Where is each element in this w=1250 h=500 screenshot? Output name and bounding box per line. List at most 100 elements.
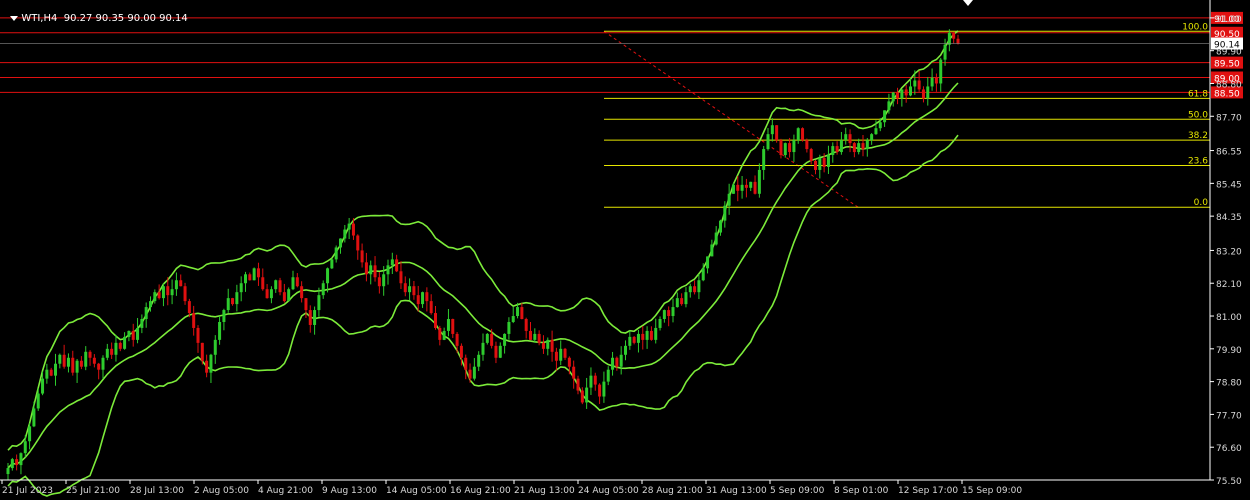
candle-body — [421, 292, 425, 305]
candle-body — [330, 259, 334, 269]
candle-body — [731, 184, 735, 194]
candle-body — [857, 143, 861, 153]
candle-body — [917, 80, 921, 90]
candle-body — [779, 140, 783, 156]
candle-body — [904, 89, 908, 96]
candle-body — [6, 468, 10, 475]
candle-body — [693, 286, 697, 293]
candle-body — [226, 298, 230, 311]
candle-body — [706, 256, 710, 269]
candle-body — [611, 357, 615, 370]
candle-body — [498, 345, 502, 358]
candle-body — [174, 280, 178, 290]
candle-body — [339, 238, 342, 248]
x-tick-label: 21 Aug 13:00 — [514, 486, 575, 496]
candle-body — [446, 319, 450, 331]
candle-body — [852, 143, 856, 153]
candle-body — [382, 274, 386, 287]
candle-body — [239, 283, 243, 293]
candle-body — [641, 333, 645, 340]
y-tick-label: 82.10 — [1216, 280, 1242, 290]
candle-body — [801, 128, 805, 141]
candle-body — [477, 354, 481, 367]
candle-body — [140, 319, 144, 328]
candle-body — [559, 348, 563, 361]
price-chart[interactable]: 91.0090.5089.5089.0088.50 100.0 61.8 50.0 3… — [0, 0, 1250, 500]
price-level-label: 88.50 — [1214, 89, 1240, 99]
candle-body — [809, 149, 813, 161]
candle-body — [403, 283, 407, 293]
candle-body — [451, 319, 455, 334]
candle-body — [624, 345, 627, 355]
chart-shift-icon[interactable] — [963, 0, 973, 6]
x-tick-label: 28 Aug 21:00 — [642, 486, 703, 496]
candle-body — [265, 289, 269, 299]
candle-body — [153, 292, 157, 302]
candle-body — [300, 286, 304, 299]
candle-body — [909, 86, 912, 96]
candle-body — [770, 125, 774, 135]
candle-body — [399, 271, 403, 284]
candle-body — [606, 369, 610, 382]
candle-body — [887, 101, 891, 111]
horizontal-levels: 91.0090.5089.5089.0088.50 — [0, 11, 1243, 99]
candle-body — [282, 292, 286, 302]
x-tick-label: 9 Aug 13:00 — [322, 486, 377, 496]
dropdown-triangle-icon[interactable] — [10, 15, 19, 21]
candle-body — [870, 134, 874, 141]
candle-body — [364, 262, 368, 275]
candle-body — [913, 80, 917, 87]
candle-body — [481, 342, 485, 355]
candle-body — [593, 375, 597, 385]
candle-body — [66, 357, 70, 367]
candle-body — [205, 360, 209, 373]
candle-body — [213, 339, 217, 355]
candle-body — [554, 351, 558, 361]
candle-body — [36, 393, 40, 409]
candle-body — [347, 223, 351, 230]
candle-body — [356, 235, 360, 251]
candle-body — [464, 357, 468, 370]
candle-body — [615, 357, 619, 367]
candle-body — [19, 453, 23, 466]
x-tick-label: 2 Aug 05:00 — [194, 486, 249, 496]
candle-body — [231, 298, 235, 305]
candle-body — [62, 354, 66, 367]
candle-body — [740, 184, 744, 191]
candle-body — [572, 366, 576, 379]
candle-body — [727, 193, 731, 206]
y-tick-label: 86.55 — [1216, 148, 1242, 158]
candle-body — [507, 321, 511, 334]
candle-body — [503, 333, 507, 346]
candle-body — [589, 375, 593, 388]
candle-body — [369, 265, 373, 275]
candle-body — [701, 268, 705, 281]
candle-body — [956, 38, 960, 44]
candle-body — [161, 286, 165, 299]
candle-body — [235, 292, 239, 305]
candle-body — [900, 89, 904, 99]
candle-body — [662, 310, 666, 320]
candle-body — [170, 289, 174, 296]
candle-body — [939, 59, 943, 84]
candle-body — [529, 330, 532, 340]
candle-body — [835, 146, 839, 153]
candle-body — [360, 250, 364, 263]
candle-body — [636, 333, 640, 343]
x-tick-label: 16 Aug 21:00 — [450, 486, 511, 496]
candle-body — [580, 390, 584, 403]
candle-body — [377, 277, 381, 287]
candle-body — [494, 345, 498, 358]
candle-body — [744, 184, 748, 188]
x-tick-label: 4 Aug 21:00 — [258, 486, 313, 496]
candle-body — [75, 360, 79, 373]
candle-body — [697, 280, 701, 293]
candle-body — [520, 307, 524, 320]
x-tick-label: 15 Sep 09:00 — [962, 486, 1022, 496]
candle-body — [541, 342, 545, 349]
candle-body — [114, 342, 118, 355]
candle-body — [878, 122, 882, 129]
candle-body — [41, 378, 45, 394]
candle-body — [304, 298, 308, 311]
candle-body — [766, 134, 770, 150]
